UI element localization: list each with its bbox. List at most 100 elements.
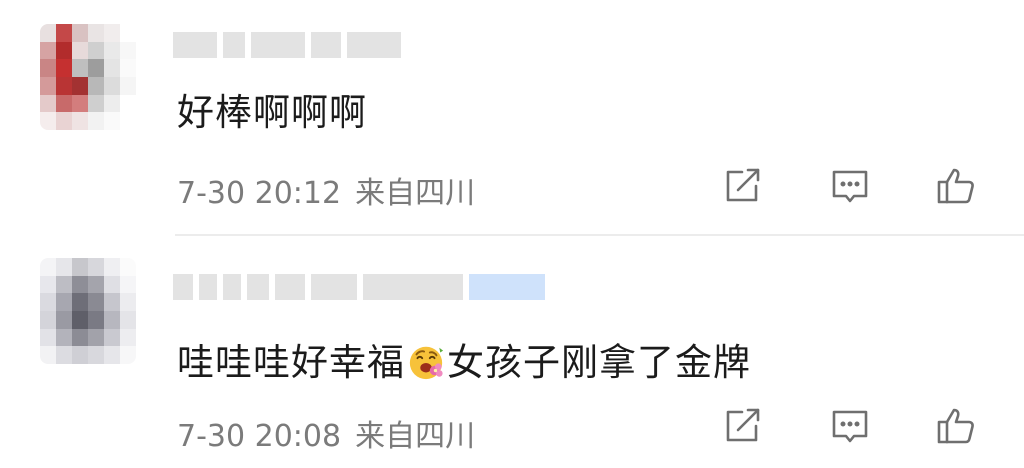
- avatar-pixel: [72, 328, 88, 347]
- avatar[interactable]: [40, 258, 136, 364]
- smiling-face-with-flower-icon: [409, 346, 444, 380]
- avatar-pixel: [88, 76, 104, 95]
- avatar-pixel: [40, 275, 56, 294]
- avatar-pixel: [40, 258, 56, 276]
- avatar-pixel: [88, 112, 104, 130]
- avatar-pixel: [40, 94, 56, 113]
- avatar-pixel: [56, 346, 72, 364]
- avatar-pixel: [88, 293, 104, 311]
- avatar-pixel: [40, 24, 56, 42]
- avatar-pixel: [120, 310, 136, 329]
- avatar[interactable]: [40, 24, 136, 130]
- avatar-pixel: [88, 275, 104, 294]
- avatar-pixel: [120, 24, 136, 42]
- avatar-pixel: [56, 275, 72, 294]
- avatar-pixel: [104, 94, 120, 113]
- avatar-pixel: [120, 41, 136, 60]
- avatar-pixel: [56, 59, 72, 77]
- avatar-pixel: [72, 59, 88, 77]
- share-icon: [726, 168, 760, 202]
- avatar-pixel: [88, 310, 104, 329]
- avatar-pixel: [72, 94, 88, 113]
- avatar-pixel: [120, 293, 136, 311]
- avatar-pixel: [56, 293, 72, 311]
- avatar-pixel: [104, 41, 120, 60]
- comment-time: 7-30 20:12: [177, 176, 342, 211]
- username-blurred[interactable]: [173, 272, 545, 302]
- like-icon: [937, 408, 974, 444]
- comment-item: 好棒啊啊啊 7-30 20:12 来自四川: [0, 0, 1024, 235]
- avatar-pixel: [104, 293, 120, 311]
- comment-text-part1: 哇哇哇好幸福: [177, 341, 405, 384]
- avatar-pixel: [104, 310, 120, 329]
- comment-button[interactable]: [828, 404, 872, 448]
- like-icon: [937, 168, 974, 204]
- avatar-pixel: [120, 328, 136, 347]
- avatar-pixel: [56, 94, 72, 113]
- avatar-pixel: [40, 346, 56, 364]
- avatar-pixel: [56, 24, 72, 42]
- avatar-pixel: [120, 346, 136, 364]
- avatar-pixel: [40, 41, 56, 60]
- like-button[interactable]: [935, 164, 979, 208]
- avatar-pixel: [104, 346, 120, 364]
- avatar-pixel: [72, 76, 88, 95]
- comment-time: 7-30 20:08: [177, 419, 342, 454]
- avatar-pixel: [104, 258, 120, 276]
- avatar-pixel: [104, 76, 120, 95]
- username-blurred[interactable]: [173, 30, 401, 60]
- avatar-pixel: [120, 59, 136, 77]
- avatar-pixel: [88, 328, 104, 347]
- avatar-pixel: [72, 41, 88, 60]
- comment-icon: [832, 410, 868, 443]
- comment-text: 好棒啊啊啊: [177, 91, 367, 134]
- avatar-pixel: [56, 76, 72, 95]
- avatar-pixel: [104, 328, 120, 347]
- comment-text-part2: 女孩子刚拿了金牌: [447, 341, 751, 384]
- avatar-pixel: [40, 310, 56, 329]
- avatar-pixel: [120, 275, 136, 294]
- avatar-pixel: [88, 94, 104, 113]
- share-button[interactable]: [720, 404, 764, 448]
- avatar-pixel: [104, 59, 120, 77]
- avatar-pixel: [40, 76, 56, 95]
- share-button[interactable]: [720, 164, 764, 208]
- avatar-pixel: [72, 310, 88, 329]
- avatar-pixel: [56, 310, 72, 329]
- avatar-pixel: [104, 24, 120, 42]
- comment-location: 来自四川: [355, 176, 476, 211]
- avatar-pixel: [56, 258, 72, 276]
- comment-icon: [832, 170, 868, 203]
- avatar-pixel: [56, 328, 72, 347]
- share-icon: [726, 408, 760, 442]
- avatar-pixel: [40, 293, 56, 311]
- avatar-pixel: [120, 258, 136, 276]
- avatar-pixel: [40, 59, 56, 77]
- comment-meta: 7-30 20:12 来自四川: [177, 168, 475, 212]
- avatar-pixel: [120, 112, 136, 130]
- avatar-pixel: [72, 24, 88, 42]
- comment-button[interactable]: [828, 164, 872, 208]
- comment-text: 哇哇哇好幸福 女孩子刚拿了金牌: [177, 332, 751, 386]
- comment-location: 来自四川: [355, 419, 476, 454]
- comment-item: 哇哇哇好幸福 女孩子刚拿了金牌 7-30 20:08 来自四川: [0, 236, 1024, 468]
- avatar-pixel: [88, 258, 104, 276]
- avatar-pixel: [56, 112, 72, 130]
- comment-meta: 7-30 20:08 来自四川: [177, 411, 475, 455]
- avatar-pixel: [40, 328, 56, 347]
- avatar-pixel: [72, 275, 88, 294]
- avatar-pixel: [120, 94, 136, 113]
- avatar-pixel: [56, 41, 72, 60]
- avatar-pixel: [88, 59, 104, 77]
- avatar-pixel: [72, 293, 88, 311]
- avatar-pixel: [72, 258, 88, 276]
- avatar-pixel: [40, 112, 56, 130]
- avatar-pixel: [104, 112, 120, 130]
- avatar-pixel: [104, 275, 120, 294]
- avatar-pixel: [120, 76, 136, 95]
- avatar-pixel: [88, 24, 104, 42]
- avatar-pixel: [88, 41, 104, 60]
- avatar-pixel: [88, 346, 104, 364]
- like-button[interactable]: [935, 404, 979, 448]
- avatar-pixel: [72, 346, 88, 364]
